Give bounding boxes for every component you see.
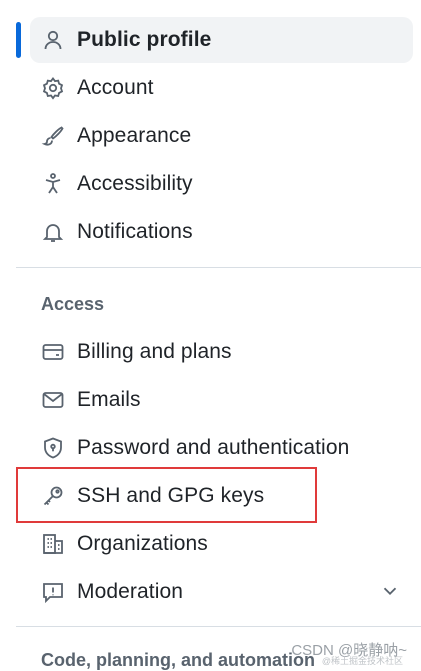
sidebar-item-emails[interactable]: Emails [30, 377, 413, 423]
sidebar-item-label: Accessibility [77, 172, 193, 195]
sidebar-item-billing[interactable]: Billing and plans [30, 329, 413, 375]
sidebar-item-moderation[interactable]: Moderation [30, 569, 413, 615]
paintbrush-icon [40, 123, 66, 149]
accessibility-icon [40, 171, 66, 197]
chevron-down-icon[interactable] [379, 580, 401, 602]
sidebar-item-appearance[interactable]: Appearance [30, 113, 413, 159]
sidebar-item-label: Organizations [77, 532, 208, 555]
person-icon [40, 27, 66, 53]
sidebar-item-password[interactable]: Password and authentication [30, 425, 413, 471]
highlight-annotation-box [16, 467, 317, 523]
sidebar-item-label: Emails [77, 388, 141, 411]
sidebar-item-accessibility[interactable]: Accessibility [30, 161, 413, 207]
bell-icon [40, 219, 66, 245]
active-indicator [16, 22, 21, 58]
sidebar-item-label: Billing and plans [77, 340, 232, 363]
sidebar-item-label: Notifications [77, 220, 193, 243]
sidebar-item-organizations[interactable]: Organizations [30, 521, 413, 567]
credit-card-icon [40, 339, 66, 365]
gear-icon [40, 75, 66, 101]
sidebar-item-public-profile[interactable]: Public profile [30, 17, 413, 63]
sidebar-item-label: Appearance [77, 124, 192, 147]
section-divider [16, 626, 421, 627]
shield-lock-icon [40, 435, 66, 461]
sidebar-item-account[interactable]: Account [30, 65, 413, 111]
sidebar-item-notifications[interactable]: Notifications [30, 209, 413, 255]
sidebar-item-label: Password and authentication [77, 436, 350, 459]
sidebar-item-label: Moderation [77, 580, 184, 603]
organization-icon [40, 531, 66, 557]
watermark-sub: @稀土掘金技术社区 [321, 656, 403, 666]
mail-icon [40, 387, 66, 413]
sidebar-item-label: Account [77, 76, 154, 99]
sidebar-item-label: Public profile [77, 28, 212, 51]
report-icon [40, 579, 66, 605]
section-divider [16, 267, 421, 268]
section-title-access: Access [41, 294, 105, 314]
